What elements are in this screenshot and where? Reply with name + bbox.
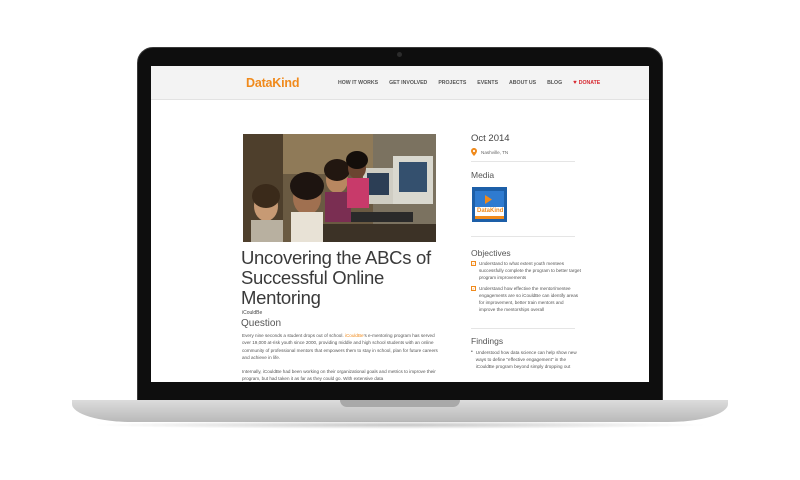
objective-text: Understand to what extent youth mentees …: [479, 261, 581, 281]
icouldbe-link[interactable]: iCouldBe: [345, 333, 364, 338]
nav-blog[interactable]: BLOG: [547, 80, 562, 86]
media-thumb-label: DataKind: [477, 208, 504, 214]
findings-heading: Findings: [471, 336, 504, 346]
question-paragraph-1: Every nine seconds a student drops out o…: [242, 332, 440, 362]
nav-how-it-works[interactable]: HOW IT WORKS: [338, 80, 378, 86]
bullet-icon: •: [471, 349, 473, 355]
article-subtitle: iCouldBe: [242, 310, 263, 316]
laptop-notch: [340, 400, 460, 407]
laptop-shadow: [90, 421, 710, 429]
laptop-frame: DataKind HOW IT WORKS GET INVOLVED PROJE…: [0, 0, 800, 480]
datakind-logo[interactable]: DataKind: [246, 76, 299, 90]
hero-photo: [243, 134, 436, 242]
media-heading: Media: [471, 170, 495, 180]
camera: [397, 52, 402, 57]
nav-events[interactable]: EVENTS: [477, 80, 498, 86]
nav-about-us[interactable]: ABOUT US: [509, 80, 536, 86]
nav-get-involved[interactable]: GET INVOLVED: [389, 80, 427, 86]
project-location: Nashville, TN: [471, 148, 581, 156]
browser-screen: DataKind HOW IT WORKS GET INVOLVED PROJE…: [151, 66, 649, 382]
nav-donate[interactable]: ♥ DONATE: [573, 80, 600, 86]
media-thumbnail[interactable]: DataKind: [472, 187, 507, 222]
sidebar-divider: [471, 236, 575, 237]
nav-links: HOW IT WORKS GET INVOLVED PROJECTS EVENT…: [338, 80, 611, 86]
location-text: Nashville, TN: [481, 149, 509, 155]
objectives-heading: Objectives: [471, 248, 511, 258]
question-heading: Question: [241, 318, 282, 329]
finding-text: Understood how data science can help sho…: [475, 350, 577, 370]
donate-label: DONATE: [578, 80, 601, 86]
findings-list: • Understood how data science can help s…: [471, 349, 581, 371]
checkbox-icon: ✓: [471, 261, 476, 266]
objective-text: Understand how effective the mentor/ment…: [479, 285, 579, 313]
project-date: Oct 2014: [471, 133, 510, 144]
article-title: Uncovering the ABCs of Successful Online…: [241, 247, 431, 308]
list-item: • Understood how data science can help s…: [471, 349, 581, 371]
sidebar-divider: [471, 161, 575, 162]
list-item: ✓ Understand to what extent youth mentee…: [471, 260, 581, 282]
sidebar-divider: [471, 328, 575, 329]
location-pin-icon: [471, 148, 477, 156]
objectives-list: ✓ Understand to what extent youth mentee…: [471, 260, 581, 316]
p1-text-start: Every nine seconds a student drops out o…: [242, 333, 345, 338]
nav-projects[interactable]: PROJECTS: [438, 80, 466, 86]
top-navbar: DataKind HOW IT WORKS GET INVOLVED PROJE…: [151, 66, 649, 100]
checkbox-icon: ✓: [471, 285, 476, 291]
heart-icon: ♥: [573, 80, 577, 86]
list-item: ✓ Understand how effective the mentor/me…: [471, 285, 581, 314]
question-paragraph-2: Internally, iCouldBe had been working on…: [242, 369, 436, 382]
